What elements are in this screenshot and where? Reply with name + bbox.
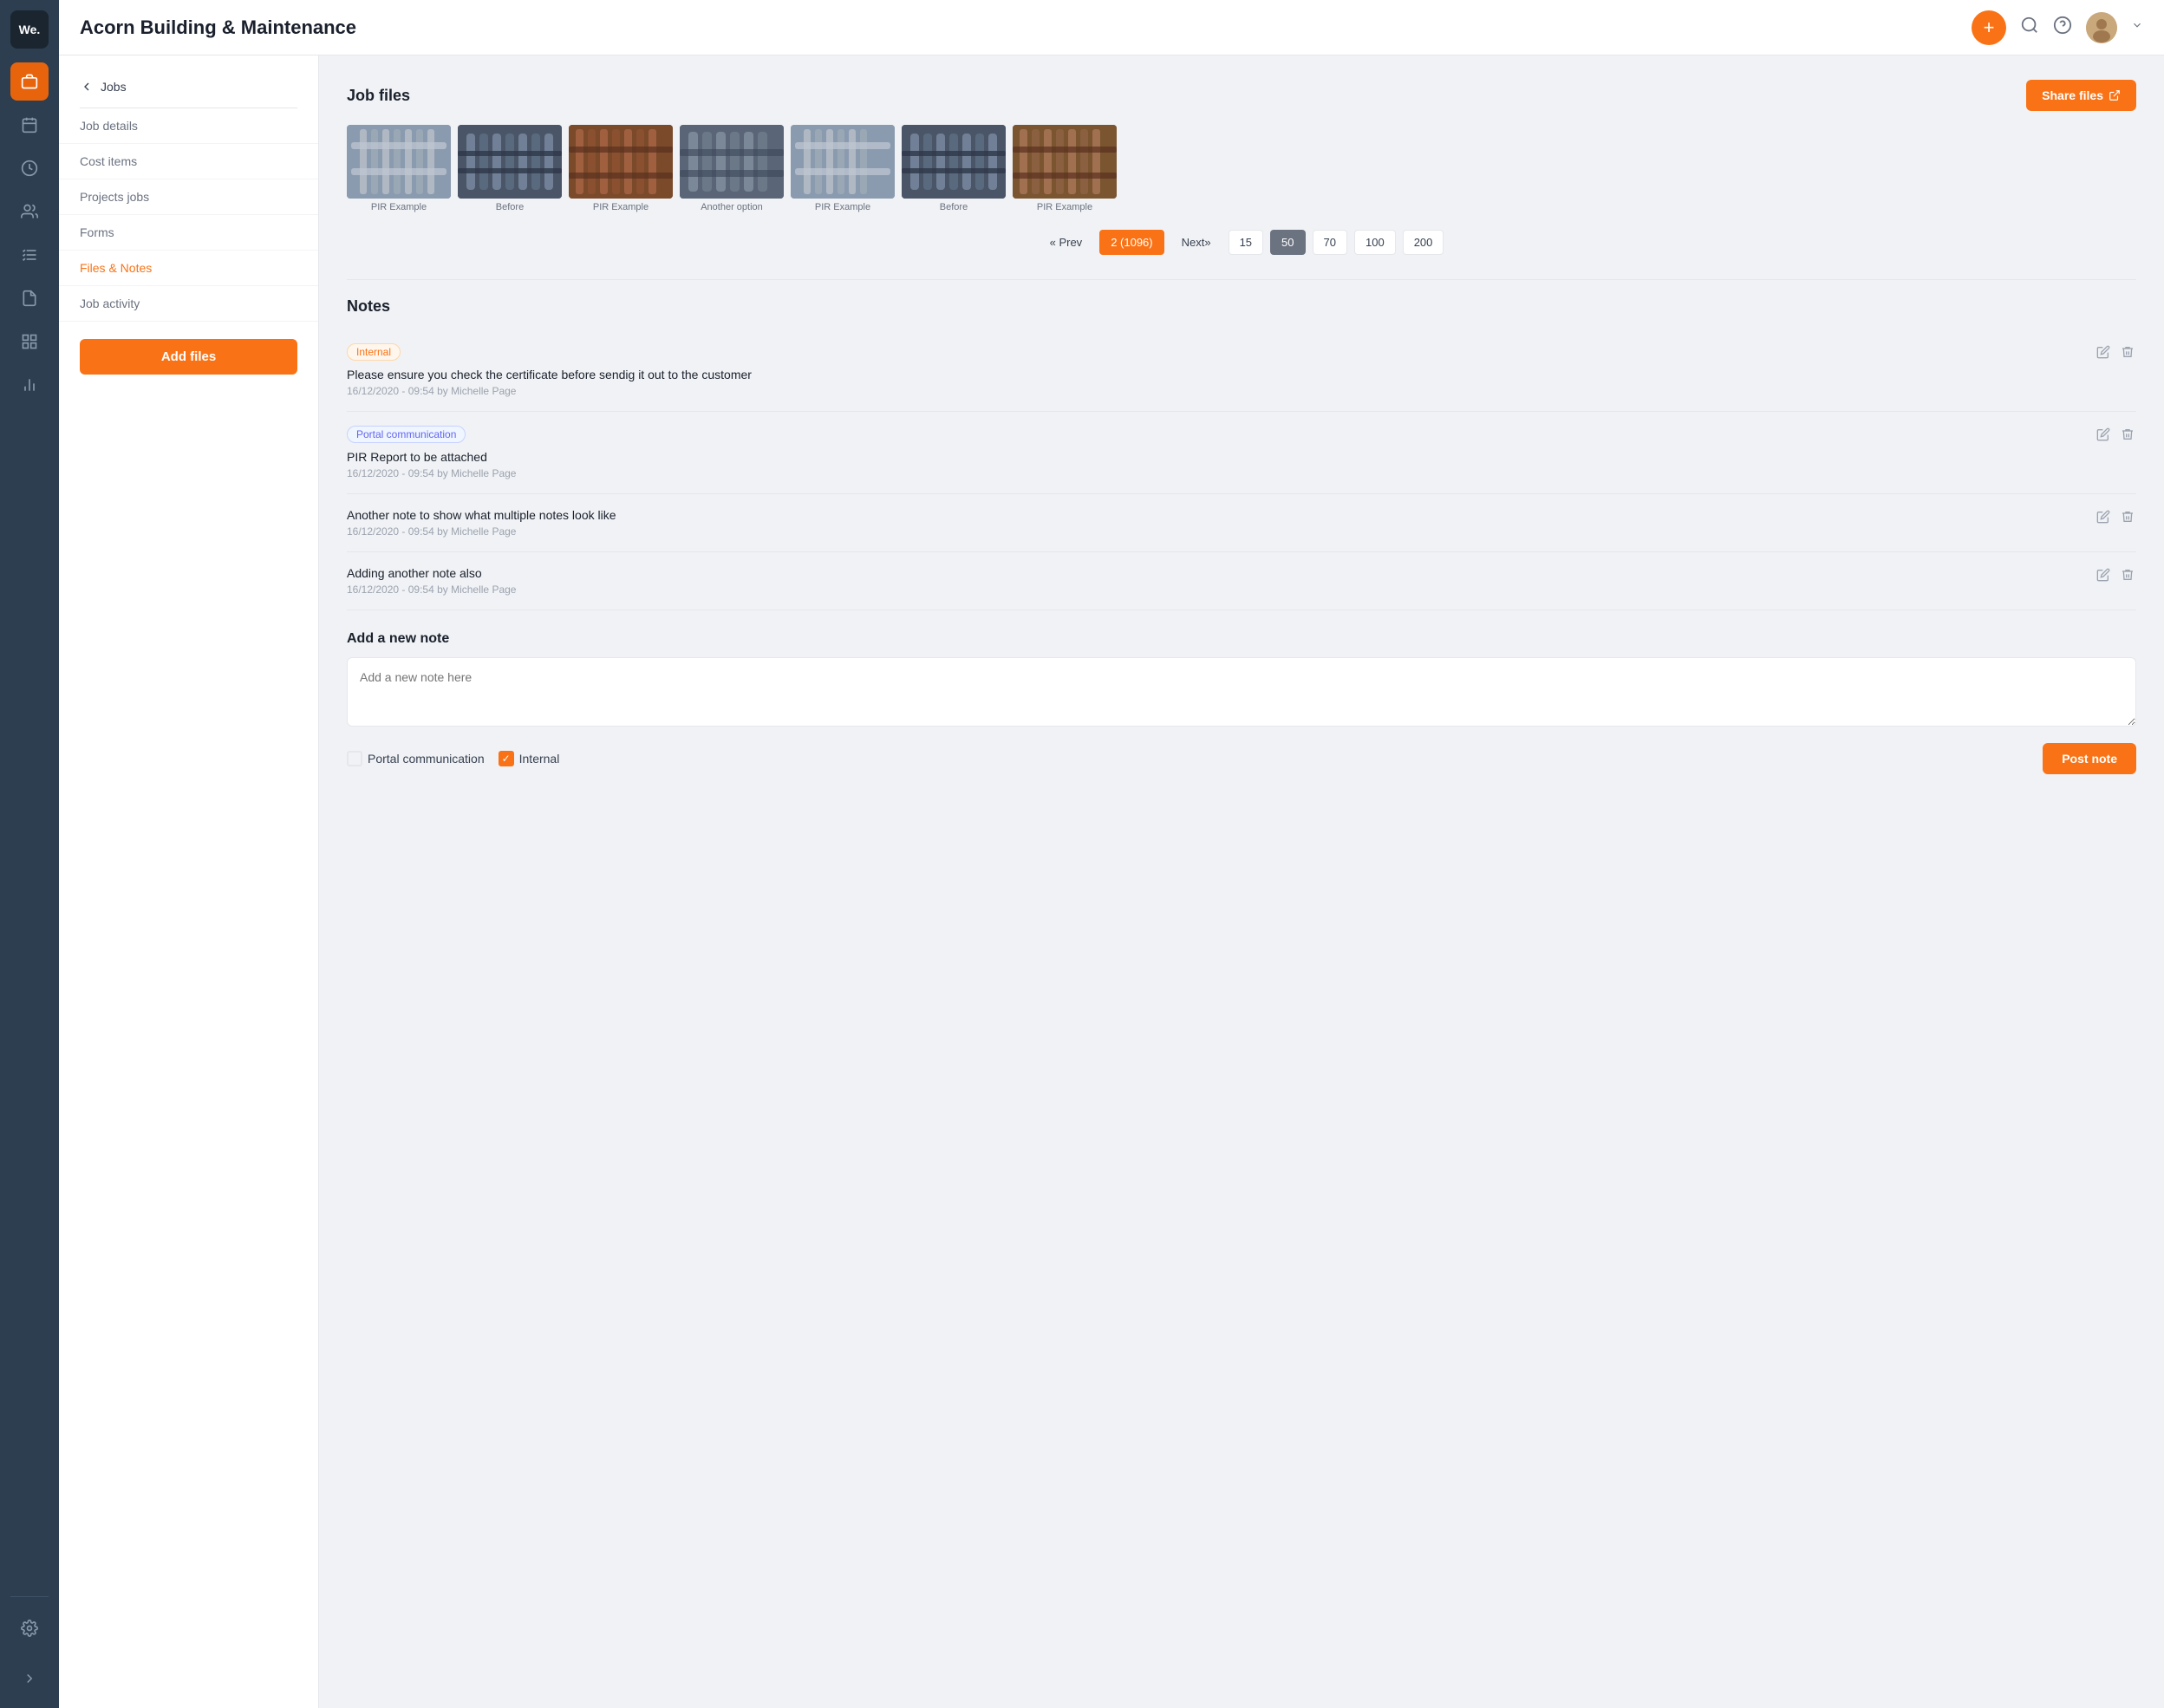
sidebar-item-forms[interactable]: Forms	[59, 215, 318, 251]
add-files-button[interactable]: Add files	[80, 339, 297, 375]
delete-note-button[interactable]	[2119, 343, 2136, 365]
add-note-section: Add a new note Portal communication Inte…	[347, 631, 2136, 774]
sidebar-item-job-activity[interactable]: Job activity	[59, 286, 318, 322]
search-icon[interactable]	[2020, 16, 2039, 40]
delete-note-button[interactable]	[2119, 566, 2136, 588]
note-meta: 16/12/2020 - 09:54 by Michelle Page	[347, 583, 2136, 596]
delete-note-button[interactable]	[2119, 508, 2136, 530]
nav-icon-users[interactable]	[10, 192, 49, 231]
note-item: Portal communication PIR Report to be at…	[347, 412, 2136, 494]
note-checkboxes: Portal communication Internal	[347, 751, 559, 766]
user-dropdown-icon[interactable]	[2131, 19, 2143, 36]
user-avatar[interactable]	[2086, 12, 2117, 43]
file-label: Before	[940, 202, 968, 212]
prev-page-button[interactable]: « Prev	[1040, 231, 1093, 254]
file-item[interactable]: PIR Example	[1013, 125, 1117, 212]
edit-note-button[interactable]	[2095, 566, 2112, 588]
note-text: PIR Report to be attached	[347, 450, 2136, 464]
nav-icon-list-check[interactable]	[10, 236, 49, 274]
internal-checkbox-box	[499, 751, 514, 766]
page-title: Acorn Building & Maintenance	[80, 16, 1972, 39]
note-input[interactable]	[347, 657, 2136, 727]
note-item: Another note to show what multiple notes…	[347, 494, 2136, 552]
edit-note-button[interactable]	[2095, 508, 2112, 530]
file-label: PIR Example	[371, 202, 427, 212]
file-item[interactable]: Another option	[680, 125, 784, 212]
help-icon[interactable]	[2053, 16, 2072, 40]
nav-icon-clock[interactable]	[10, 149, 49, 187]
note-text: Another note to show what multiple notes…	[347, 508, 2136, 522]
internal-label: Internal	[519, 752, 560, 766]
portal-checkbox-box	[347, 751, 362, 766]
note-item: Internal Please ensure you check the cer…	[347, 329, 2136, 412]
file-item[interactable]: Before	[458, 125, 562, 212]
topbar: Acorn Building & Maintenance +	[59, 0, 2164, 55]
file-item[interactable]: PIR Example	[347, 125, 451, 212]
file-item[interactable]: PIR Example	[791, 125, 895, 212]
files-grid: PIR Example	[347, 125, 2136, 212]
nav-icon-chart[interactable]	[10, 366, 49, 404]
note-meta: 16/12/2020 - 09:54 by Michelle Page	[347, 525, 2136, 538]
note-text: Please ensure you check the certificate …	[347, 368, 2136, 381]
note-item: Adding another note also 16/12/2020 - 09…	[347, 552, 2136, 610]
note-footer: Portal communication Internal Post note	[347, 743, 2136, 774]
sidebar-item-job-details[interactable]: Job details	[59, 108, 318, 144]
internal-checkbox[interactable]: Internal	[499, 751, 560, 766]
note-tag-internal: Internal	[347, 343, 401, 361]
edit-note-button[interactable]	[2095, 426, 2112, 447]
file-label: PIR Example	[593, 202, 649, 212]
icon-bar: We.	[0, 0, 59, 1708]
nav-icon-calendar[interactable]	[10, 106, 49, 144]
current-page-button[interactable]: 2 (1096)	[1099, 230, 1163, 255]
delete-note-button[interactable]	[2119, 426, 2136, 447]
note-meta: 16/12/2020 - 09:54 by Michelle Page	[347, 467, 2136, 479]
page-size-50[interactable]: 50	[1270, 230, 1305, 255]
pagination: « Prev 2 (1096) Next» 15 50 70 100 200	[347, 230, 2136, 255]
main-content: Job files Share files	[319, 55, 2164, 1708]
sidebar: Jobs Job details Cost items Projects job…	[59, 55, 319, 1708]
add-note-title: Add a new note	[347, 631, 2136, 647]
nav-icon-arrow-right[interactable]	[10, 1659, 49, 1698]
page-size-200[interactable]: 200	[1403, 230, 1444, 255]
file-label: PIR Example	[1037, 202, 1092, 212]
nav-icon-doc[interactable]	[10, 279, 49, 317]
note-meta: 16/12/2020 - 09:54 by Michelle Page	[347, 385, 2136, 397]
job-files-header: Job files Share files	[347, 80, 2136, 111]
file-label: Before	[496, 202, 524, 212]
portal-communication-label: Portal communication	[368, 752, 485, 766]
nav-icon-settings[interactable]	[10, 1609, 49, 1647]
share-files-button[interactable]: Share files	[2026, 80, 2136, 111]
note-text: Adding another note also	[347, 566, 2136, 580]
nav-icon-grid[interactable]	[10, 323, 49, 361]
file-label: Another option	[701, 202, 763, 212]
sidebar-item-files-notes[interactable]: Files & Notes	[59, 251, 318, 286]
nav-icon-briefcase[interactable]	[10, 62, 49, 101]
next-page-button[interactable]: Next»	[1171, 231, 1222, 254]
file-label: PIR Example	[815, 202, 870, 212]
sidebar-item-cost-items[interactable]: Cost items	[59, 144, 318, 179]
page-size-70[interactable]: 70	[1313, 230, 1347, 255]
back-to-jobs[interactable]: Jobs	[59, 73, 318, 108]
post-note-button[interactable]: Post note	[2043, 743, 2136, 774]
page-size-100[interactable]: 100	[1354, 230, 1396, 255]
sidebar-item-projects-jobs[interactable]: Projects jobs	[59, 179, 318, 215]
note-tag-portal: Portal communication	[347, 426, 466, 443]
portal-communication-checkbox[interactable]: Portal communication	[347, 751, 485, 766]
notes-title: Notes	[347, 297, 2136, 316]
topbar-actions: +	[1972, 10, 2143, 45]
file-item[interactable]: PIR Example	[569, 125, 673, 212]
add-button[interactable]: +	[1972, 10, 2006, 45]
edit-note-button[interactable]	[2095, 343, 2112, 365]
app-logo: We.	[10, 10, 49, 49]
job-files-title: Job files	[347, 87, 410, 105]
file-item[interactable]: Before	[902, 125, 1006, 212]
page-size-15[interactable]: 15	[1229, 230, 1263, 255]
